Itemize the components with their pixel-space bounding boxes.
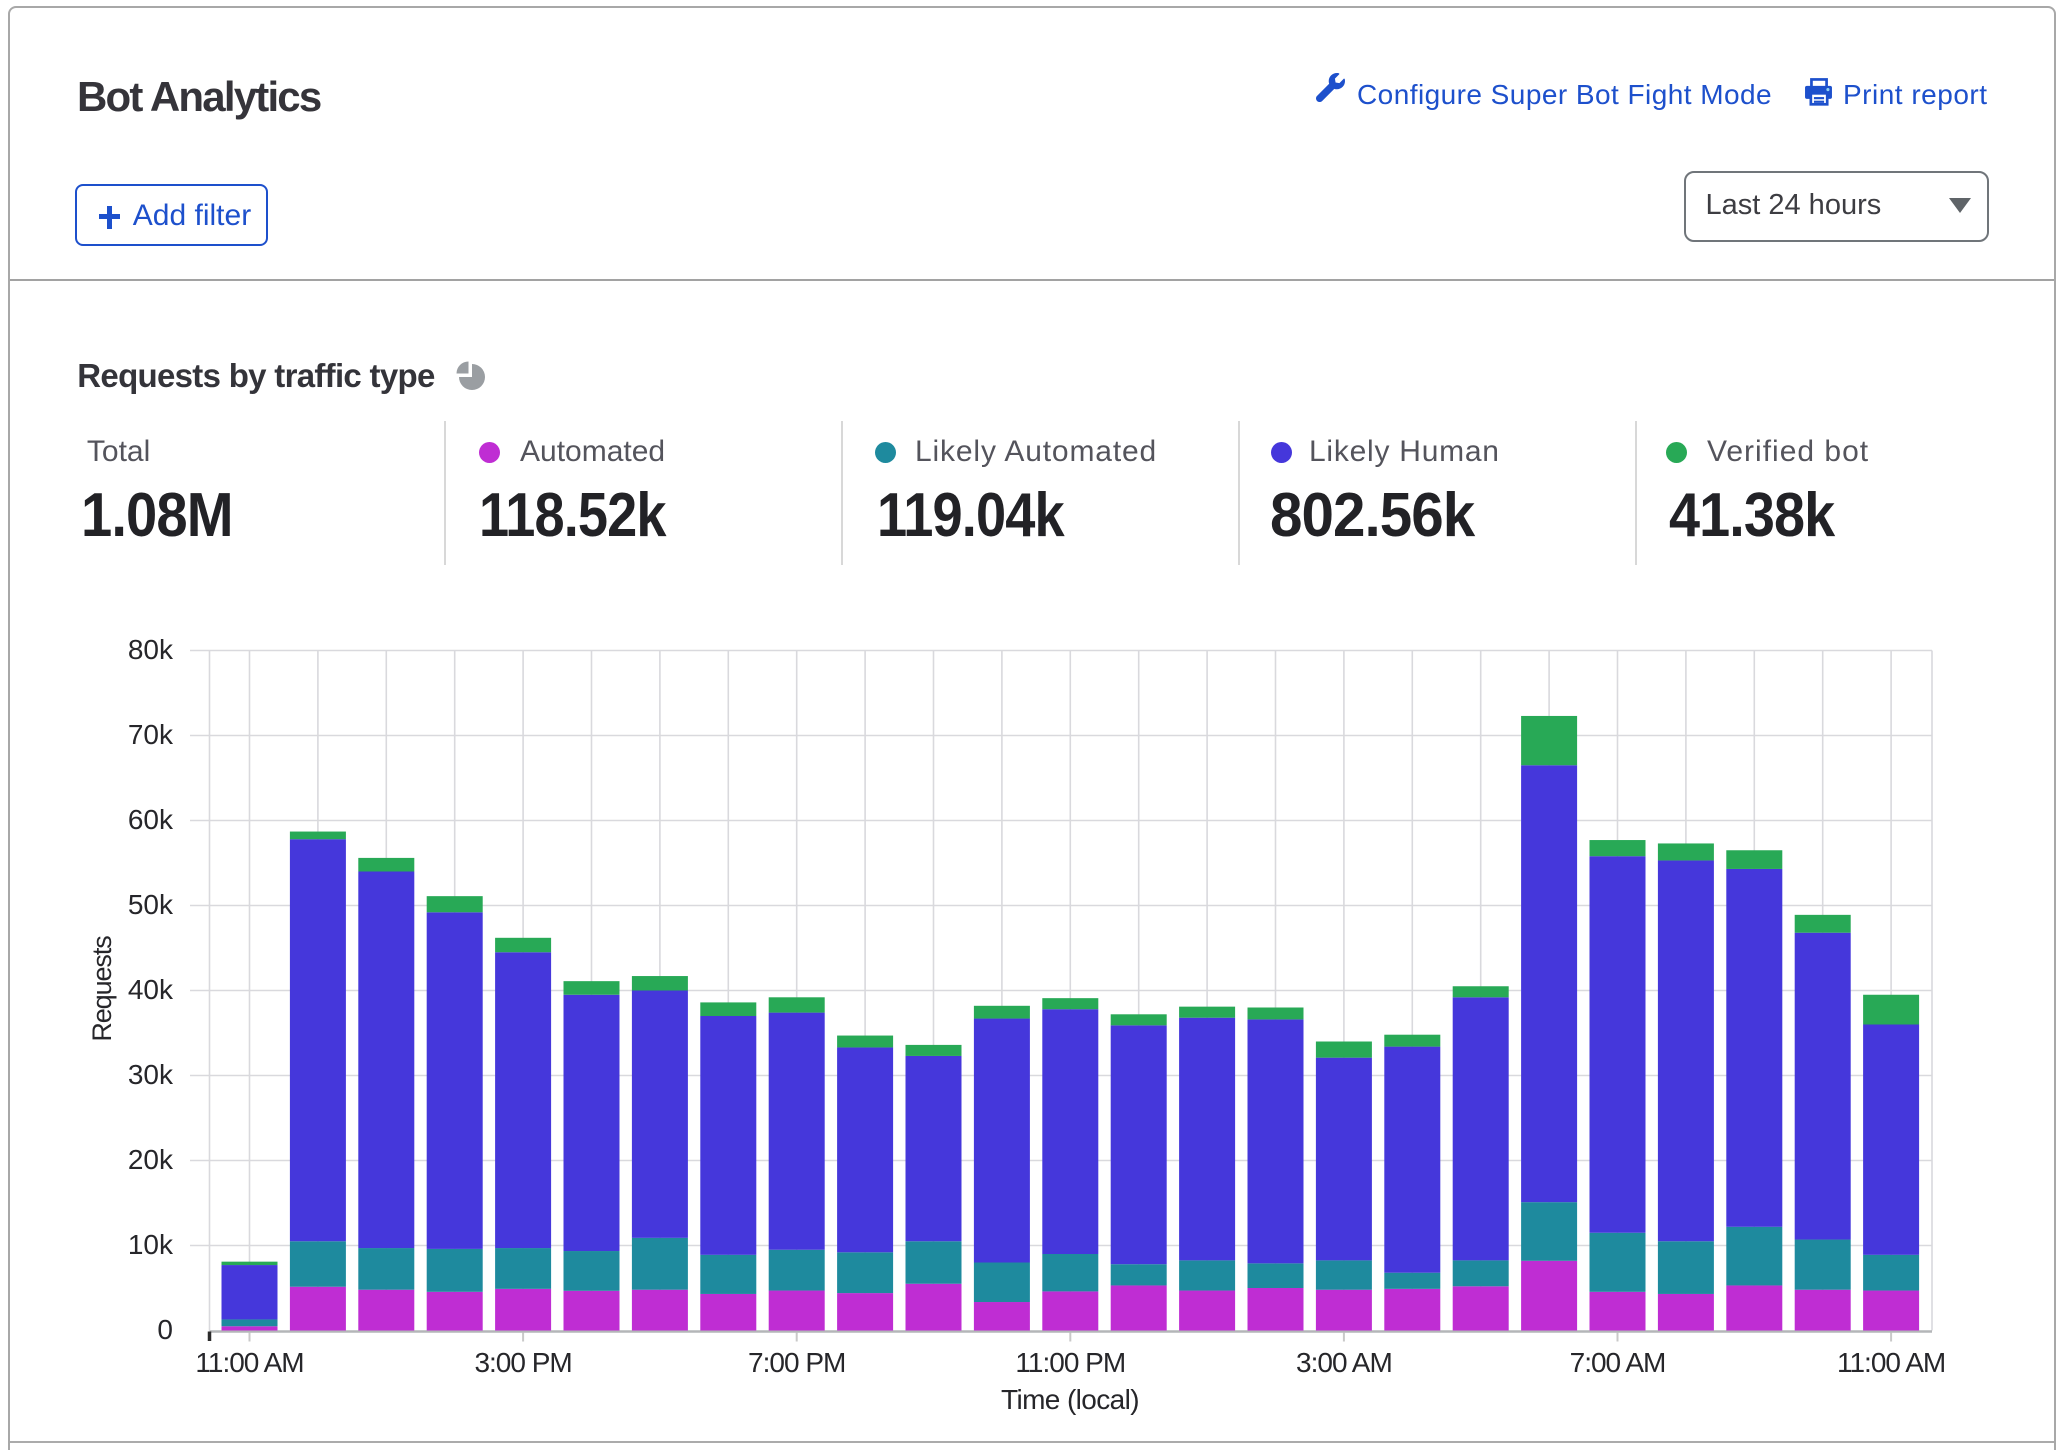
svg-text:70k: 70k xyxy=(128,719,174,750)
svg-text:11:00 PM: 11:00 PM xyxy=(1015,1347,1125,1378)
svg-text:3:00 PM: 3:00 PM xyxy=(474,1347,571,1378)
svg-text:Requests: Requests xyxy=(87,936,117,1042)
svg-text:11:00 AM: 11:00 AM xyxy=(195,1347,303,1378)
svg-text:60k: 60k xyxy=(128,804,174,835)
svg-text:7:00 AM: 7:00 AM xyxy=(1570,1347,1666,1378)
svg-text:11:00 AM: 11:00 AM xyxy=(1837,1347,1945,1378)
svg-text:40k: 40k xyxy=(128,974,174,1005)
svg-text:0: 0 xyxy=(157,1314,173,1345)
svg-text:80k: 80k xyxy=(128,634,174,665)
svg-text:7:00 PM: 7:00 PM xyxy=(748,1347,845,1378)
svg-text:50k: 50k xyxy=(128,889,174,920)
svg-text:20k: 20k xyxy=(128,1144,174,1175)
svg-text:3:00 AM: 3:00 AM xyxy=(1296,1347,1392,1378)
svg-text:30k: 30k xyxy=(128,1059,174,1090)
svg-text:Time (local): Time (local) xyxy=(1001,1384,1139,1415)
svg-text:10k: 10k xyxy=(128,1229,174,1260)
